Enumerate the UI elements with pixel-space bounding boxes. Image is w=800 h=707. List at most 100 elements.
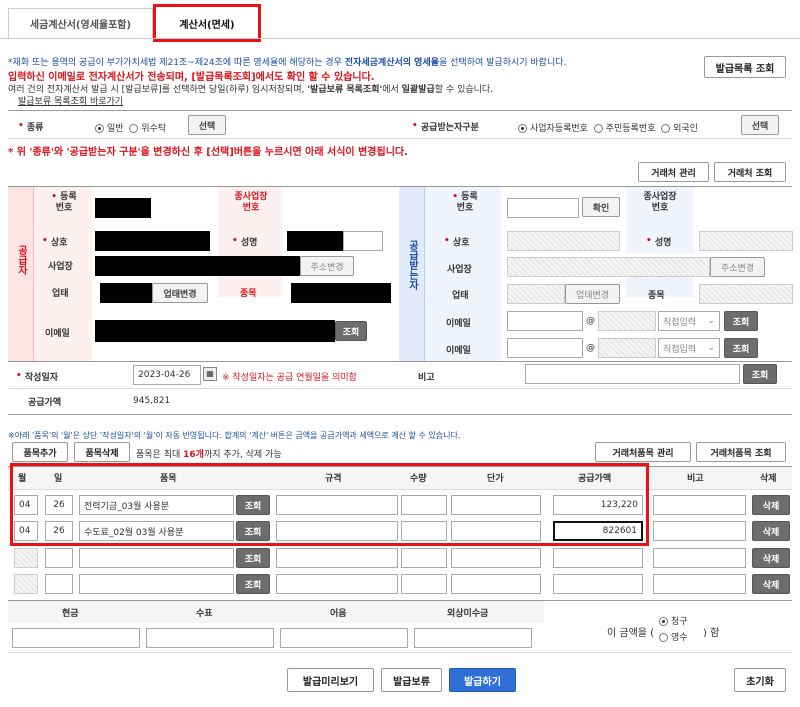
- type-label: • 종류: [18, 121, 44, 133]
- reset-button[interactable]: 초기화: [734, 668, 786, 692]
- receiver-email2-id[interactable]: [507, 338, 583, 358]
- date-input[interactable]: 2023-04-26: [133, 365, 201, 385]
- radio-consign[interactable]: [129, 124, 139, 133]
- hold-list-link[interactable]: 발급보류 목록조회 바로가기: [18, 94, 123, 107]
- row-price[interactable]: [451, 574, 541, 594]
- client-manage-button[interactable]: 거래처 관리: [638, 162, 709, 182]
- radio-normal[interactable]: [95, 124, 104, 133]
- receiver-rep-input[interactable]: [699, 231, 793, 251]
- row-day[interactable]: [45, 548, 73, 568]
- type-radios[interactable]: 일반 위수탁: [95, 121, 166, 134]
- row-amount[interactable]: [553, 548, 643, 568]
- payment-radio-receipt[interactable]: 영수: [659, 630, 688, 643]
- notice-line2: 입력하신 이메일로 전자계산서가 전송되며, [발급목록조회]에서도 확인 할 …: [8, 72, 375, 83]
- receiver-reg-input[interactable]: [507, 198, 579, 218]
- row-item[interactable]: [79, 574, 234, 594]
- receiver-biztype-label: 업태: [452, 290, 469, 301]
- row-month[interactable]: [14, 548, 38, 568]
- row-day[interactable]: [45, 574, 73, 594]
- row-delete[interactable]: 삭제: [752, 548, 790, 568]
- supplier-biztype-button[interactable]: 업태변경: [152, 283, 208, 303]
- receiver-email2-button[interactable]: 조회: [724, 338, 758, 358]
- hold-button[interactable]: 발급보류: [381, 668, 442, 692]
- row-remark[interactable]: [653, 574, 746, 594]
- row-amount[interactable]: [553, 574, 643, 594]
- client-item-manage-button[interactable]: 거래처품목 관리: [595, 442, 691, 462]
- client-lookup-button[interactable]: 거래처 조회: [714, 162, 786, 182]
- client-item-lookup-button[interactable]: 거래처품목 조회: [696, 442, 786, 462]
- row-delete[interactable]: 삭제: [752, 495, 790, 515]
- supplier-name-value: [95, 231, 210, 251]
- highlight-box: [10, 463, 649, 546]
- row-qty[interactable]: [401, 574, 447, 594]
- receiver-side-label: 공급받는자: [406, 240, 418, 290]
- supplier-address-button[interactable]: 주소변경: [300, 256, 354, 276]
- row-remark[interactable]: [653, 495, 746, 515]
- payment-check-input[interactable]: [146, 628, 274, 648]
- receiver-email1-domain[interactable]: [598, 311, 656, 331]
- row-price[interactable]: [451, 548, 541, 568]
- radio-resident[interactable]: [593, 124, 603, 133]
- supplier-email-label: 이메일: [45, 328, 70, 339]
- date-note: ※ 작성일자는 공급 연월일을 의미함: [222, 373, 357, 383]
- row-delete[interactable]: 삭제: [752, 574, 790, 594]
- receiver-email1-button[interactable]: 조회: [724, 311, 758, 331]
- supplier-name-label: • 상호: [42, 236, 68, 248]
- tab-tax-invoice[interactable]: 세금계산서(영세율포함): [8, 8, 153, 38]
- receiver-address-button[interactable]: 주소변경: [710, 257, 765, 277]
- issue-button[interactable]: 발급하기: [449, 668, 516, 692]
- preview-button[interactable]: 발급미리보기: [287, 668, 374, 692]
- receiver-email2-select[interactable]: 직접입력 ⌄: [658, 338, 720, 358]
- supply-label: 공급가액: [28, 397, 62, 408]
- add-item-button[interactable]: 품목추가: [12, 442, 68, 462]
- tab-invoice-exempt[interactable]: 계산서(면세): [153, 4, 261, 42]
- row-item-lookup[interactable]: 조회: [236, 574, 270, 594]
- receiver-name-input[interactable]: [507, 231, 620, 251]
- warning-text: * 위 '종류'와 '공급받는자 구분'을 변경하신 후 [선택]버튼을 누르시…: [8, 147, 408, 158]
- radio-biz[interactable]: [518, 124, 527, 133]
- row-spec[interactable]: [276, 574, 398, 594]
- calendar-icon[interactable]: ▦: [203, 367, 217, 381]
- issue-list-button[interactable]: 발급목록 조회: [704, 56, 786, 78]
- supplier-biztype-value: [100, 283, 152, 303]
- receiver-rep-label: • 성명: [646, 236, 672, 248]
- header-remark: 비고: [687, 474, 704, 484]
- receiver-address-label: 사업장: [447, 264, 472, 275]
- remark-button[interactable]: 조회: [743, 364, 777, 384]
- remark-label: 비고: [418, 372, 435, 383]
- payment-credit-input[interactable]: [414, 628, 532, 648]
- receiver-email2-domain[interactable]: [598, 338, 656, 358]
- receiver-email1-select[interactable]: 직접입력 ⌄: [658, 311, 720, 331]
- delete-item-button[interactable]: 품목삭제: [74, 442, 130, 462]
- payment-radio-claim[interactable]: 청구: [659, 614, 688, 627]
- receiver-biztype-input[interactable]: [507, 284, 565, 304]
- receiver-address-input[interactable]: [507, 257, 710, 277]
- supplier-email-button[interactable]: 조회: [335, 321, 367, 341]
- payment-note-input[interactable]: [280, 628, 408, 648]
- radio-foreign[interactable]: [661, 124, 671, 133]
- row-remark[interactable]: [653, 521, 746, 541]
- supplier-rep-value: [287, 231, 343, 251]
- receiver-biztype-button[interactable]: 업태변경: [565, 284, 620, 304]
- receiver-radios[interactable]: 사업자등록번호 주민등록번호 외국인: [518, 121, 698, 134]
- row-month[interactable]: [14, 574, 38, 594]
- remark-input[interactable]: [525, 364, 740, 384]
- supplier-item-label: 종목: [240, 288, 257, 299]
- row-delete[interactable]: 삭제: [752, 521, 790, 541]
- receiver-branch-label: 종사업장 번호: [643, 192, 677, 213]
- receiver-select-button[interactable]: 선택: [741, 115, 779, 135]
- supplier-email-value: [95, 320, 335, 342]
- type-select-button[interactable]: 선택: [188, 115, 226, 135]
- row-item[interactable]: [79, 548, 234, 568]
- payment-check-label: 수표: [196, 609, 213, 619]
- row-item-lookup[interactable]: 조회: [236, 548, 270, 568]
- row-remark[interactable]: [653, 548, 746, 568]
- receiver-confirm-button[interactable]: 확인: [582, 197, 620, 217]
- receiver-item-input[interactable]: [699, 284, 793, 304]
- row-spec[interactable]: [276, 548, 398, 568]
- supplier-item-value: [291, 283, 391, 303]
- row-qty[interactable]: [401, 548, 447, 568]
- payment-cash-input[interactable]: [12, 628, 140, 648]
- receiver-email1-id[interactable]: [507, 311, 583, 331]
- receiver-name-label: • 상호: [444, 236, 470, 248]
